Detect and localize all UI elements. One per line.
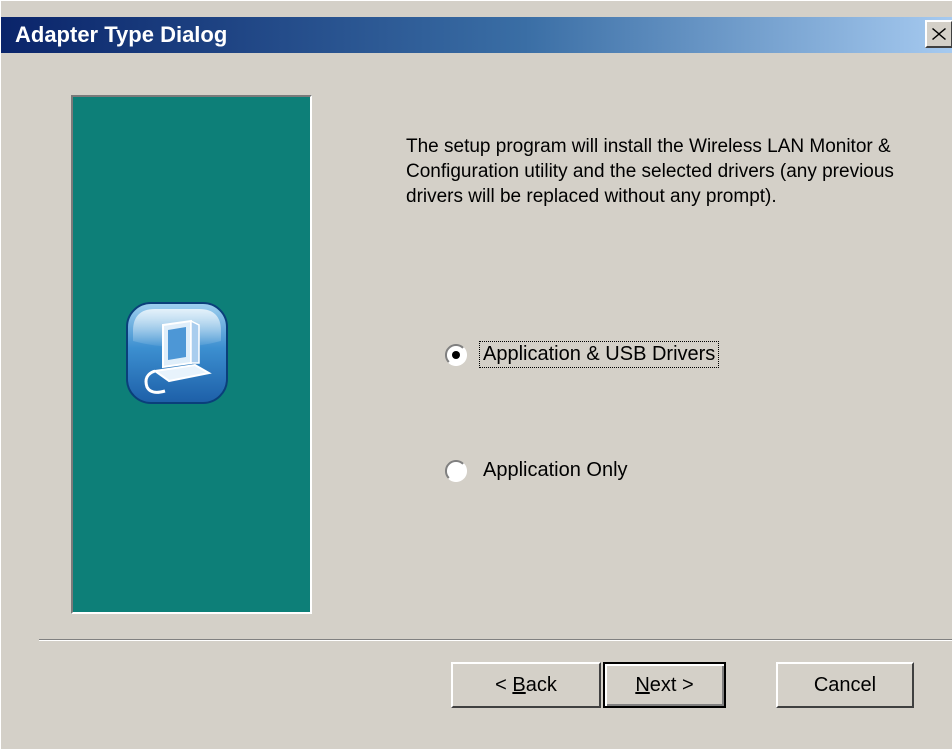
- radio-selected-icon[interactable]: [445, 343, 467, 366]
- install-description: The setup program will install the Wirel…: [406, 136, 894, 207]
- option-application-usb-drivers[interactable]: Application & USB Drivers: [445, 341, 720, 368]
- close-button[interactable]: [925, 20, 952, 48]
- setup-computer-icon: [126, 302, 228, 404]
- back-button-prefix: <: [495, 673, 513, 696]
- separator-line: [39, 639, 952, 641]
- next-button-mnemonic: N: [635, 673, 650, 696]
- radio-unselected-icon[interactable]: [445, 459, 467, 482]
- side-banner-panel: [71, 95, 312, 614]
- cancel-button[interactable]: Cancel: [776, 662, 914, 708]
- back-button[interactable]: < Back: [451, 662, 601, 708]
- cancel-button-label: Cancel: [813, 673, 877, 696]
- back-button-mnemonic: B: [512, 673, 526, 696]
- adapter-type-dialog: Adapter Type Dialog The setup program wi…: [0, 0, 952, 749]
- window-title: Adapter Type Dialog: [15, 22, 228, 47]
- close-icon: [932, 28, 946, 40]
- back-button-label: ack: [525, 673, 557, 696]
- next-button[interactable]: Next >: [603, 662, 726, 708]
- title-bar[interactable]: Adapter Type Dialog: [1, 17, 952, 53]
- option-label[interactable]: Application Only: [479, 457, 632, 484]
- option-application-only[interactable]: Application Only: [445, 457, 632, 484]
- option-label[interactable]: Application & USB Drivers: [479, 341, 720, 368]
- next-button-label: ext >: [649, 673, 694, 696]
